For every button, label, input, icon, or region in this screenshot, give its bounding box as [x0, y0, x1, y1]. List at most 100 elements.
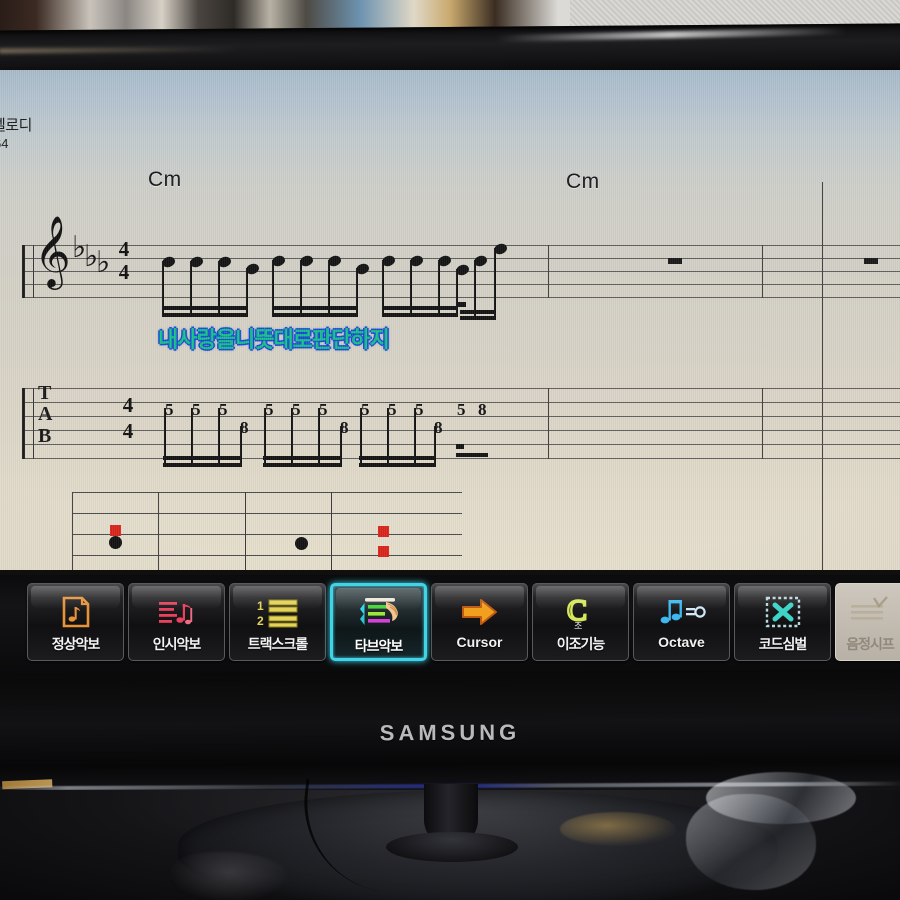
toolbar-button-normal-score[interactable]: 정상악보: [27, 583, 124, 661]
toolbar-button-row: 정상악보 인시악보 2 트랙스크롤 타브악보 Cursor C 조 이조기능 O…: [27, 583, 900, 661]
chord-symbol-1[interactable]: Cm: [148, 168, 182, 192]
tab-fret-number[interactable]: 5: [165, 400, 174, 420]
tab-note-beam: [359, 456, 436, 460]
melody-staff-line-1: [22, 245, 900, 246]
time-signature-numerator: 4: [118, 237, 130, 261]
toolbar-button-tab-score[interactable]: 타브악보: [330, 583, 427, 661]
tab-fret-number[interactable]: 5: [319, 400, 328, 420]
toolbar-button-chord-symbol[interactable]: 코드심벌: [734, 583, 831, 661]
app-toolbar: 정상악보 인시악보 2 트랙스크롤 타브악보 Cursor C 조 이조기능 O…: [0, 575, 900, 675]
tab-letter-a: A: [38, 403, 53, 425]
toolbar-button-pitch-shift[interactable]: 음정시프: [835, 583, 900, 661]
tab-note-beam: [163, 456, 242, 460]
button-gloss: [336, 588, 421, 610]
note-stem: [494, 248, 496, 317]
tab-fret-number[interactable]: 8: [478, 400, 487, 420]
button-gloss: [435, 586, 524, 609]
tab-letter-t: T: [38, 382, 52, 404]
tab-fret-number[interactable]: 5: [361, 400, 370, 420]
button-gloss: [233, 586, 322, 609]
tab-note-beam: [359, 463, 436, 467]
fretboard-string-line: [72, 555, 462, 557]
tempo-label: 64: [0, 136, 9, 151]
note-beam: [162, 306, 248, 310]
lyrics-line: 내사랑을니뜻대로판단하지: [158, 328, 390, 353]
tab-start-barline: [22, 388, 25, 459]
tab-fret-number[interactable]: 5: [219, 400, 228, 420]
tab-start-barline-thin: [33, 388, 35, 459]
note-beam: [162, 313, 248, 317]
toolbar-button-label: Octave: [658, 634, 705, 650]
tab-fret-number[interactable]: 5: [415, 400, 424, 420]
melody-staff-line-2: [22, 258, 900, 259]
time-signature-denominator: 4: [118, 260, 130, 284]
fretboard-marker-black: [295, 537, 308, 550]
tab-fret-number[interactable]: 5: [265, 400, 274, 420]
button-gloss: [31, 586, 120, 609]
button-gloss: [637, 586, 726, 609]
chord-symbol-2[interactable]: Cm: [566, 170, 600, 194]
whole-rest-icon: [864, 258, 878, 264]
toolbar-button-label: 정상악보: [51, 637, 101, 653]
note-beam: [382, 313, 458, 317]
note-stem: [474, 260, 476, 317]
melody-barline-2: [548, 245, 550, 298]
melody-staff-line-4: [22, 284, 900, 285]
bezel-glare-left: [0, 46, 239, 54]
pitch-shift-icon: [848, 591, 892, 633]
melody-barline-3: [762, 245, 764, 298]
fretboard-fret-line: [331, 492, 333, 570]
button-gloss: [132, 586, 221, 609]
fretboard-fret-line: [158, 492, 160, 570]
tab-sixteenth-rest-icon: [456, 444, 464, 449]
note-beam: [272, 313, 358, 317]
toolbar-button-label: 음정시프: [846, 637, 895, 653]
toolbar-button-label: 타브악보: [354, 639, 404, 655]
note-beam: [460, 310, 496, 314]
toolbar-button-octave[interactable]: Octave: [633, 583, 730, 661]
tab-staff-line-4: [22, 430, 900, 431]
svg-text:2: 2: [257, 614, 264, 628]
tab-fret-number[interactable]: 5: [292, 400, 301, 420]
plastic-wrap-object-2: [706, 772, 856, 824]
toolbar-button-label: 이조기능: [556, 637, 606, 653]
fretboard-marker-red: [378, 526, 389, 537]
fretboard-string-line: [72, 534, 462, 536]
tab-note-beam: [263, 456, 342, 460]
toolbar-button-transpose[interactable]: C 조 이조기능: [532, 583, 629, 661]
tab-fret-number[interactable]: 5: [388, 400, 397, 420]
toolbar-button-label: 트랙스크롤: [247, 637, 308, 653]
note-beam: [460, 316, 496, 320]
tab-fret-number[interactable]: 5: [192, 400, 201, 420]
playback-cursor-line[interactable]: [822, 182, 824, 570]
score-area: 멜로디 64 Cm Cm 𝄞 ♭ ♭ ♭ 4 4: [0, 70, 900, 570]
toolbar-button-cursor[interactable]: Cursor: [431, 583, 528, 661]
toolbar-button-label: 인시악보: [152, 637, 202, 653]
track-name-label: 멜로디: [0, 116, 32, 134]
tab-note-beam: [163, 463, 242, 467]
tab-letter-b: B: [38, 425, 52, 447]
bezel-glare: [495, 27, 846, 43]
tab-staff-line-1: [22, 388, 900, 389]
whole-rest-icon: [668, 258, 682, 264]
desk-surface: [0, 772, 900, 900]
tab-fret-number[interactable]: 5: [457, 400, 466, 420]
monitor-screen: 멜로디 64 Cm Cm 𝄞 ♭ ♭ ♭ 4 4: [0, 70, 900, 570]
fretboard-fret-line: [245, 492, 247, 570]
desk-object: [560, 812, 676, 846]
fretboard-fret-line: [72, 492, 74, 570]
sixteenth-rest-icon: [458, 302, 466, 307]
fretboard-string-line: [72, 513, 462, 515]
tab-time-signature-denominator: 4: [122, 419, 134, 443]
svg-text:조: 조: [574, 622, 582, 631]
toolbar-button-number-score[interactable]: 인시악보: [128, 583, 225, 661]
toolbar-button-track-scroll[interactable]: 1 2 트랙스크롤: [229, 583, 326, 661]
note-beam: [272, 306, 358, 310]
button-gloss: [738, 586, 827, 609]
photo-scene: 멜로디 64 Cm Cm 𝄞 ♭ ♭ ♭ 4 4: [0, 0, 900, 900]
fretboard-diagram[interactable]: [72, 492, 462, 570]
fretboard-marker-black: [109, 536, 122, 549]
tab-time-signature-numerator: 4: [122, 393, 134, 417]
toolbar-button-label: 코드심벌: [758, 637, 808, 653]
system-start-barline: [22, 245, 25, 298]
